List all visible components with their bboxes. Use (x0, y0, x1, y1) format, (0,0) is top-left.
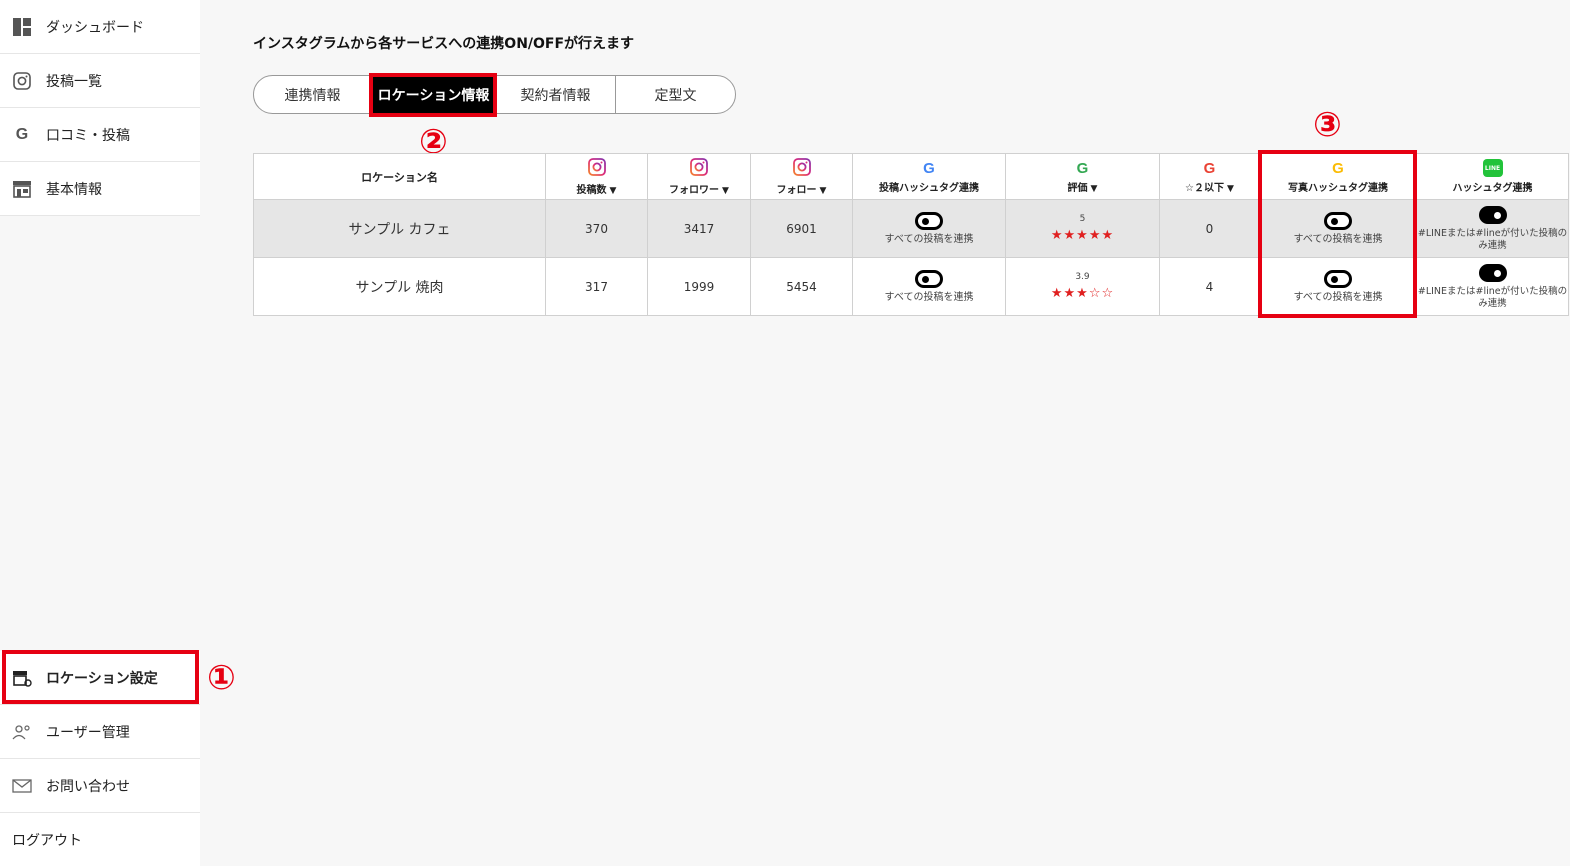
cell-photo-hashtag: すべての投稿を連携 (1259, 257, 1417, 316)
cell-followers: 1999 (647, 257, 751, 316)
cell-low-reviews: 4 (1159, 257, 1260, 316)
sidebar-item-label: ロケーション設定 (46, 670, 158, 687)
rating-stars: ★★★☆☆ (1050, 286, 1115, 301)
header-followers[interactable]: フォロワー ▼ (647, 153, 751, 200)
tab-location-info[interactable]: ロケーション情報 (372, 76, 496, 113)
tab-templates[interactable]: 定型文 (616, 76, 735, 113)
sidebar-item-reviews[interactable]: G 口コミ・投稿 (0, 108, 200, 162)
tab-contractor-info[interactable]: 契約者情報 (496, 76, 616, 113)
sidebar-item-label: 口コミ・投稿 (46, 127, 130, 144)
post-hashtag-toggle[interactable] (915, 211, 943, 230)
rating-stars: ★★★★★ (1050, 228, 1115, 243)
sort-icon: ▼ (609, 185, 617, 196)
cell-posts: 317 (545, 257, 648, 316)
mail-icon (12, 776, 32, 796)
instagram-icon (12, 71, 32, 91)
table-row: サンプル カフェ 370 3417 6901 すべての投稿を連携 5 ★★★★★… (253, 199, 1569, 258)
cell-low-reviews: 0 (1159, 199, 1260, 258)
sort-icon: ▼ (819, 185, 827, 196)
cell-location-name: サンプル カフェ (253, 199, 546, 258)
sidebar-item-contact[interactable]: お問い合わせ (0, 759, 200, 813)
instagram-icon (587, 157, 606, 179)
sidebar-item-dashboard[interactable]: ダッシュボード (0, 0, 200, 54)
header-location-name: ロケーション名 (253, 153, 546, 200)
cell-following: 5454 (750, 257, 853, 316)
cell-rating: 5 ★★★★★ (1005, 199, 1160, 258)
location-table: ロケーション名 投稿数 ▼ フォロワー ▼ フォロー ▼ G 投稿ハッシュタグ連携 (253, 153, 1569, 316)
marker-3: ③ (1313, 105, 1342, 145)
line-hashtag-toggle[interactable] (1478, 206, 1507, 225)
tab-bar: 連携情報 ロケーション情報 契約者情報 定型文 (253, 75, 736, 114)
marker-1: ① (207, 658, 236, 698)
google-icon: G (923, 159, 935, 177)
sidebar-item-label: ユーザー管理 (46, 724, 130, 741)
google-icon: G (15, 125, 29, 143)
line-icon: LINE (1482, 159, 1503, 177)
sort-icon: ▼ (722, 185, 729, 196)
sidebar-item-user-management[interactable]: ユーザー管理 (0, 705, 200, 759)
cell-rating: 3.9 ★★★☆☆ (1005, 257, 1160, 316)
page-description: インスタグラムから各サービスへの連携ON/OFFが行えます (253, 36, 635, 52)
instagram-icon (690, 157, 708, 179)
users-icon (12, 722, 32, 742)
header-post-hashtag: G 投稿ハッシュタグ連携 (852, 153, 1006, 200)
sidebar-item-posts[interactable]: 投稿一覧 (0, 54, 200, 108)
line-hashtag-toggle[interactable] (1478, 264, 1507, 283)
sidebar-item-label: ログアウト (12, 832, 82, 849)
sidebar-item-logout[interactable]: ログアウト (0, 813, 200, 866)
instagram-icon (792, 157, 811, 179)
sidebar-item-basic-info[interactable]: 基本情報 (0, 162, 200, 216)
store-icon (12, 179, 32, 199)
sidebar-item-location-settings[interactable]: ロケーション設定 (0, 651, 200, 705)
header-photo-hashtag: G 写真ハッシュタグ連携 (1259, 153, 1417, 200)
sidebar-item-label: お問い合わせ (46, 778, 130, 795)
cell-location-name: サンプル 焼肉 (253, 257, 546, 316)
sidebar-item-label: 投稿一覧 (46, 73, 102, 90)
cell-post-hashtag: すべての投稿を連携 (852, 257, 1006, 316)
header-line-hashtag: LINE ハッシュタグ連携 (1416, 153, 1569, 200)
cell-followers: 3417 (647, 199, 751, 258)
sidebar: ダッシュボード 投稿一覧 G 口コミ・投稿 基本情報 ロケーション設定 ユーザー… (0, 0, 200, 866)
table-header-row: ロケーション名 投稿数 ▼ フォロワー ▼ フォロー ▼ G 投稿ハッシュタグ連携 (253, 153, 1569, 200)
cell-following: 6901 (750, 199, 853, 258)
tab-integration-info[interactable]: 連携情報 (254, 76, 372, 113)
location-settings-icon (12, 668, 32, 688)
sidebar-item-label: 基本情報 (46, 181, 102, 198)
table-row: サンプル 焼肉 317 1999 5454 すべての投稿を連携 3.9 ★★★☆… (253, 257, 1569, 316)
photo-hashtag-toggle[interactable] (1324, 269, 1352, 288)
header-posts[interactable]: 投稿数 ▼ (545, 153, 648, 200)
header-low-reviews[interactable]: G ☆２以下 ▼ (1159, 153, 1260, 200)
sort-icon: ▼ (1227, 183, 1234, 194)
google-icon: G (1332, 159, 1344, 177)
dashboard-icon (12, 17, 32, 37)
photo-hashtag-toggle[interactable] (1324, 211, 1352, 230)
header-following[interactable]: フォロー ▼ (750, 153, 853, 200)
cell-line-hashtag: #LINEまたは#lineが付いた投稿のみ連携 (1416, 199, 1569, 258)
sidebar-item-label: ダッシュボード (46, 19, 144, 36)
post-hashtag-toggle[interactable] (915, 269, 943, 288)
cell-line-hashtag: #LINEまたは#lineが付いた投稿のみ連携 (1416, 257, 1569, 316)
google-icon: G (1203, 159, 1216, 177)
cell-photo-hashtag: すべての投稿を連携 (1259, 199, 1417, 258)
header-rating[interactable]: G 評価 ▼ (1005, 153, 1160, 200)
sort-icon: ▼ (1090, 183, 1098, 194)
google-icon: G (1076, 159, 1089, 177)
cell-post-hashtag: すべての投稿を連携 (852, 199, 1006, 258)
cell-posts: 370 (545, 199, 648, 258)
